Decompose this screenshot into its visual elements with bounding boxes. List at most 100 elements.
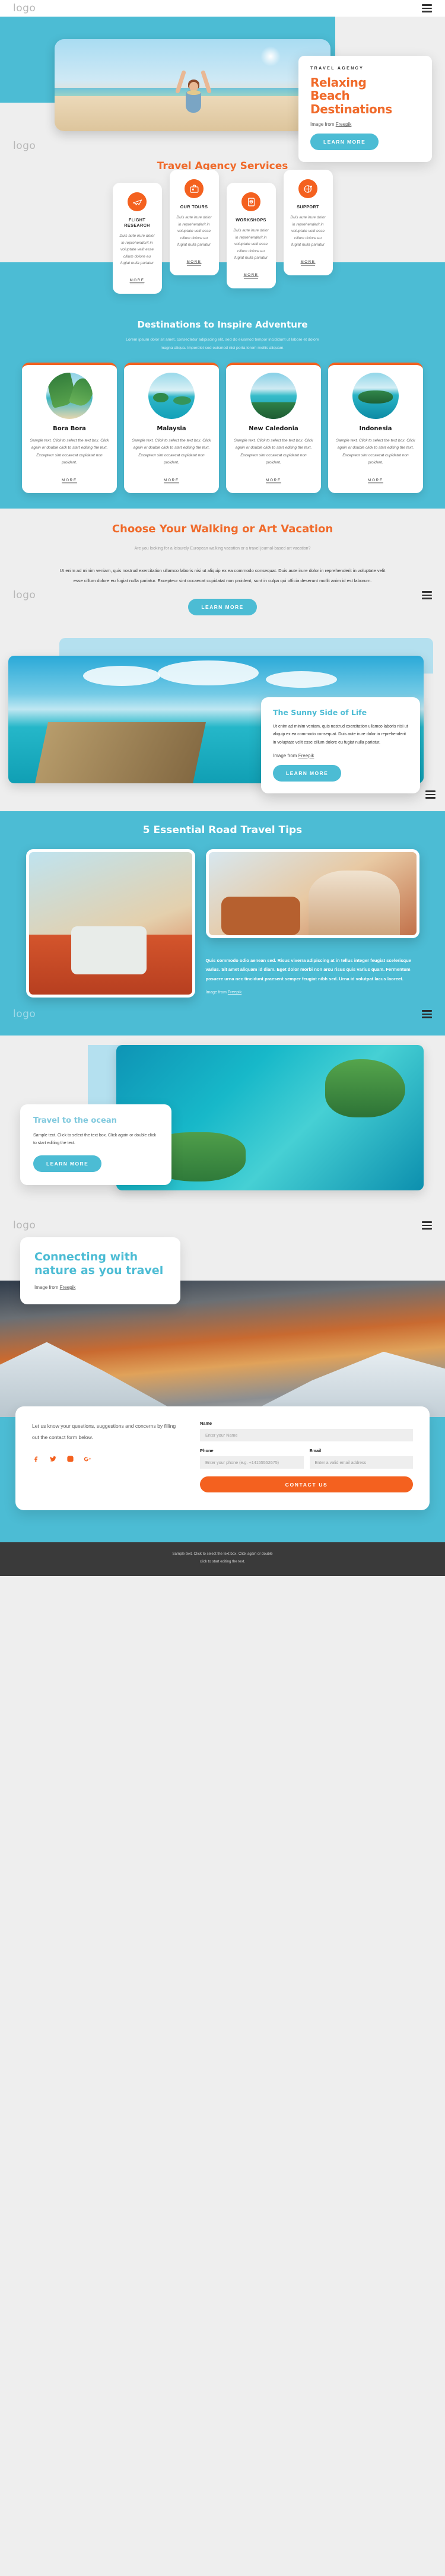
- walking-learn-more-button[interactable]: LEARN MORE: [188, 598, 257, 615]
- service-title: FLIGHT RESEARCH: [124, 217, 150, 228]
- destination-more-link[interactable]: MORE: [266, 478, 281, 484]
- email-input[interactable]: [309, 1456, 413, 1469]
- name-input[interactable]: [200, 1429, 413, 1442]
- destination-name: Indonesia: [359, 425, 392, 433]
- destination-card-new-caledonia[interactable]: New Caledonia Sample text. Click to sele…: [226, 363, 321, 493]
- hero-section: TRAVEL AGENCY Relaxing Beach Destination…: [0, 17, 445, 163]
- road-logo[interactable]: logo: [13, 1008, 36, 1020]
- hamburger-icon[interactable]: [422, 1219, 432, 1231]
- hero-title-line-1: Relaxing: [310, 75, 367, 90]
- contact-lead-text: Let us know your questions, suggestions …: [32, 1423, 176, 1441]
- service-body: Duis aute irure dolor in reprehenderit i…: [176, 215, 212, 247]
- service-card-flight-research[interactable]: FLIGHT RESEARCH Duis aute irure dolor in…: [112, 183, 162, 294]
- hamburger-icon[interactable]: [422, 2, 432, 14]
- nature-logo[interactable]: logo: [13, 1219, 36, 1231]
- walking-footer-row: logo: [0, 589, 445, 601]
- credit-prefix: Image from: [310, 122, 336, 128]
- service-more-link[interactable]: MORE: [300, 259, 316, 266]
- ocean-text-card: Travel to the ocean Sample text. Click t…: [20, 1104, 171, 1186]
- road-tips-body: Quis commodo odio aenean sed. Risus vive…: [205, 957, 411, 982]
- instagram-icon[interactable]: [66, 1455, 74, 1466]
- destination-name: Malaysia: [157, 425, 186, 433]
- credit-prefix: Image from: [273, 752, 298, 758]
- service-body: Duis aute irure dolor in reprehenderit i…: [119, 234, 155, 266]
- service-card-workshops[interactable]: WORKSHOPS Duis aute irure dolor in repre…: [226, 183, 276, 288]
- services-logo[interactable]: logo: [13, 140, 36, 152]
- service-more-link[interactable]: MORE: [129, 278, 145, 284]
- destination-name: New Caledonia: [249, 425, 298, 433]
- passport-icon: [241, 192, 260, 211]
- service-title: SUPPORT: [297, 204, 319, 209]
- destination-more-link[interactable]: MORE: [62, 478, 77, 484]
- road-footer-row: logo: [0, 998, 445, 1020]
- page-root: logo TRAVEL AGENCY Relaxing Beach Destin…: [0, 0, 445, 1576]
- service-body: Duis aute irure dolor in reprehenderit i…: [290, 215, 326, 247]
- hero-eyebrow: TRAVEL AGENCY: [310, 66, 364, 71]
- destinations-section: Destinations to Inspire Adventure Lorem …: [0, 307, 445, 509]
- services-card-row: FLIGHT RESEARCH Duis aute irure dolor in…: [0, 170, 445, 294]
- destination-thumbnail: [352, 373, 399, 420]
- suitcase-icon: [185, 179, 204, 198]
- sunny-body: Ut enim ad minim veniam, quis nostrud ex…: [273, 724, 408, 745]
- footer-line-2: click to start editing the text.: [199, 1559, 246, 1564]
- walking-body: Ut enim ad minim veniam, quis nostrud ex…: [59, 567, 386, 583]
- hamburger-icon[interactable]: [422, 1008, 432, 1020]
- nature-header-row: logo: [0, 1219, 445, 1237]
- ocean-title: Travel to the ocean: [33, 1116, 117, 1125]
- hero-photo-beach-woman: [55, 39, 330, 131]
- island-shape-right: [325, 1059, 405, 1118]
- twitter-icon[interactable]: [49, 1455, 57, 1466]
- road-tips-section: 5 Essential Road Travel Tips Quis commod…: [0, 811, 445, 1036]
- walking-vacation-section: Choose Your Walking or Art Vacation Are …: [0, 508, 445, 633]
- service-more-link[interactable]: MORE: [186, 259, 202, 266]
- credit-link[interactable]: Freepik: [336, 122, 352, 127]
- contact-section: Let us know your questions, suggestions …: [0, 1406, 445, 1543]
- destination-card-malaysia[interactable]: Malaysia Sample text. Click to select th…: [124, 363, 219, 493]
- services-heading: Travel Agency Services: [157, 160, 288, 172]
- destinations-subtitle: Lorem ipsum dolor sit amet, consectetur …: [126, 338, 319, 350]
- footer-line-1: Sample text. Click to select the text bo…: [172, 1552, 273, 1557]
- service-body: Duis aute irure dolor in reprehenderit i…: [233, 228, 269, 261]
- contact-form: Name Phone Email CONTACT US: [200, 1421, 413, 1493]
- service-more-link[interactable]: MORE: [243, 272, 259, 279]
- sunny-text-card: The Sunny Side of Life Ut enim ad minim …: [261, 697, 420, 793]
- globe-pin-icon: [298, 179, 317, 198]
- credit-link[interactable]: Freepik: [60, 1285, 76, 1290]
- sunny-learn-more-button[interactable]: LEARN MORE: [273, 764, 342, 782]
- walking-heading: Choose Your Walking or Art Vacation: [112, 522, 333, 535]
- google-plus-icon[interactable]: [84, 1455, 91, 1466]
- phone-input[interactable]: [200, 1456, 304, 1469]
- contact-card: Let us know your questions, suggestions …: [15, 1406, 430, 1511]
- ocean-section: Travel to the ocean Sample text. Click t…: [0, 1035, 445, 1214]
- road-photo-couple-scooter: [26, 849, 195, 998]
- ocean-learn-more-button[interactable]: LEARN MORE: [33, 1155, 102, 1173]
- hamburger-icon[interactable]: [422, 589, 432, 601]
- road-right-column: Quis commodo odio aenean sed. Risus vive…: [205, 849, 419, 995]
- hamburger-icon[interactable]: [425, 789, 436, 801]
- destination-thumbnail: [46, 373, 93, 420]
- service-card-our-tours[interactable]: OUR TOURS Duis aute irure dolor in repre…: [169, 170, 219, 275]
- sunny-side-section: The Sunny Side of Life Ut enim ad minim …: [0, 633, 445, 811]
- credit-link[interactable]: Freepik: [228, 990, 241, 995]
- road-tips-heading: 5 Essential Road Travel Tips: [142, 824, 303, 836]
- service-card-support[interactable]: SUPPORT Duis aute irure dolor in reprehe…: [283, 170, 333, 275]
- contact-us-button[interactable]: CONTACT US: [200, 1476, 413, 1493]
- destination-more-link[interactable]: MORE: [164, 478, 179, 484]
- destination-name: Bora Bora: [53, 425, 86, 433]
- destination-body: Sample text. Click to select the text bo…: [336, 439, 415, 465]
- destination-card-indonesia[interactable]: Indonesia Sample text. Click to select t…: [328, 363, 423, 493]
- walking-logo[interactable]: logo: [13, 589, 36, 601]
- site-footer: Sample text. Click to select the text bo…: [0, 1542, 445, 1576]
- credit-link[interactable]: Freepik: [298, 753, 314, 758]
- destination-card-bora-bora[interactable]: Bora Bora Sample text. Click to select t…: [22, 363, 117, 493]
- hero-title: Relaxing Beach Destinations: [310, 76, 420, 116]
- facebook-icon[interactable]: [32, 1455, 40, 1466]
- road-photo-man-driving: [205, 849, 419, 938]
- credit-prefix: Image from: [205, 990, 228, 995]
- contact-left-column: Let us know your questions, suggestions …: [32, 1421, 183, 1492]
- road-image-credit: Image from Freepik: [206, 990, 419, 995]
- destination-thumbnail: [148, 373, 195, 420]
- destination-body: Sample text. Click to select the text bo…: [132, 439, 211, 465]
- site-logo[interactable]: logo: [13, 2, 36, 14]
- destination-more-link[interactable]: MORE: [368, 478, 383, 484]
